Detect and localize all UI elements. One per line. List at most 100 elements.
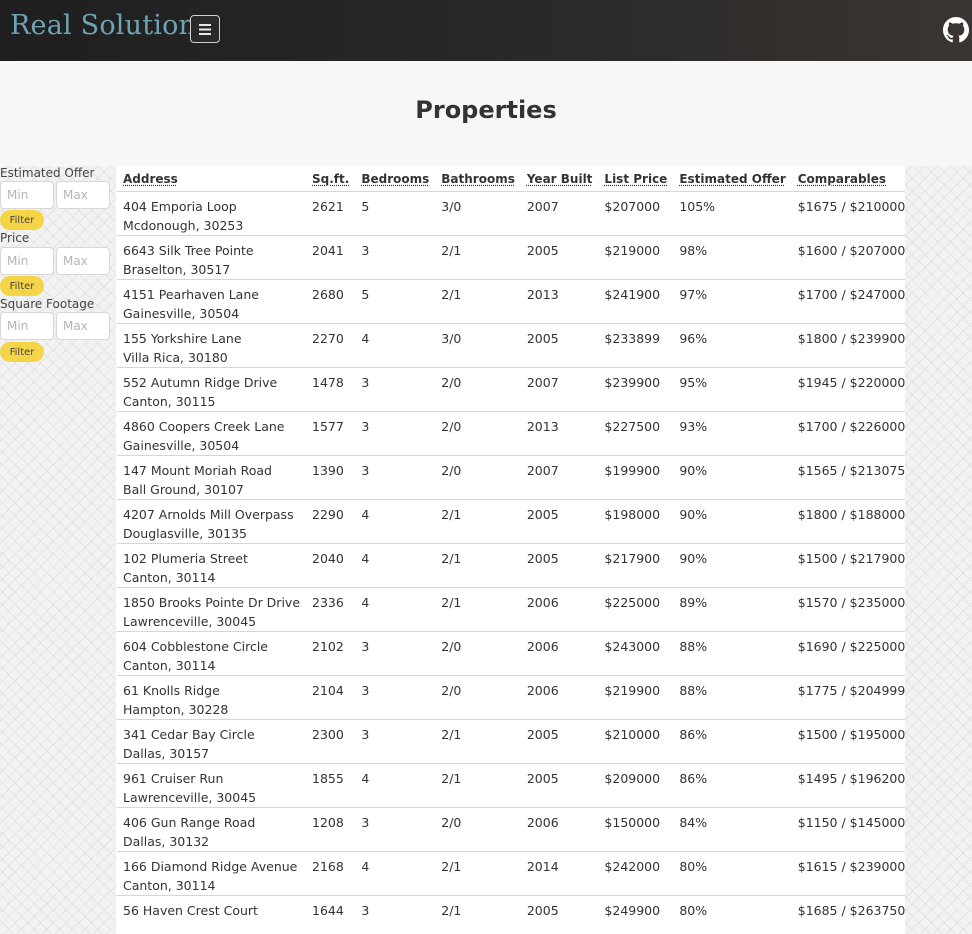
cell-list-price: $150000 xyxy=(598,807,674,852)
square-footage-filter-button[interactable]: Filter xyxy=(0,342,44,362)
properties-table-container: Address Sq.ft. Bedrooms Bathrooms Year B… xyxy=(116,166,905,934)
page-title: Properties xyxy=(415,96,557,124)
table-row[interactable]: 961 Cruiser Run Lawrenceville, 30045 1855 4… xyxy=(117,763,905,808)
cell-bedrooms: 5 xyxy=(355,279,436,324)
price-min-input[interactable] xyxy=(0,247,54,275)
cell-estimated-offer: 90% xyxy=(673,543,792,588)
cell-list-price: $219000 xyxy=(598,235,674,280)
cell-address: 4207 Arnolds Mill Overpass Douglasville, … xyxy=(117,499,307,544)
cell-sqft: 2168 xyxy=(306,851,356,896)
cell-list-price: $241900 xyxy=(598,279,674,324)
column-header-year-built[interactable]: Year Built xyxy=(520,166,599,192)
address-city: Dallas, 30132 xyxy=(123,834,210,849)
address-city: Dallas, 30157 xyxy=(123,746,210,761)
cell-estimated-offer: 80% xyxy=(673,851,792,896)
table-row[interactable]: 4151 Pearhaven Lane Gainesville, 30504 268… xyxy=(117,279,905,324)
cell-estimated-offer: 93% xyxy=(673,411,792,456)
cell-sqft: 2270 xyxy=(306,323,356,368)
column-header-estimated-offer[interactable]: Estimated Offer xyxy=(673,166,792,192)
table-row[interactable]: 155 Yorkshire Lane Villa Rica, 30180 2270 4… xyxy=(117,323,905,368)
cell-estimated-offer: 86% xyxy=(673,763,792,808)
brand-logo[interactable]: Real Solution xyxy=(10,10,196,41)
address-city: Ball Ground, 30107 xyxy=(123,482,244,497)
cell-list-price: $209000 xyxy=(598,763,674,808)
table-row[interactable]: 552 Autumn Ridge Drive Canton, 30115 1478 3… xyxy=(117,367,905,412)
cell-address: 961 Cruiser Run Lawrenceville, 30045 xyxy=(117,763,307,808)
filter-label-square-footage: Square Footage xyxy=(0,297,95,311)
square-footage-min-input[interactable] xyxy=(0,312,54,340)
address-city: Lawrenceville, 30045 xyxy=(123,790,257,805)
table-row[interactable]: 147 Mount Moriah Road Ball Ground, 30107 1… xyxy=(117,455,905,500)
column-header-bathrooms[interactable]: Bathrooms xyxy=(435,166,521,192)
cell-bathrooms: 2/1 xyxy=(435,543,521,588)
cell-bathrooms: 2/0 xyxy=(435,807,521,852)
table-row[interactable]: 4207 Arnolds Mill Overpass Douglasville, … xyxy=(117,499,905,544)
cell-list-price: $249900 xyxy=(598,895,674,934)
cell-bedrooms: 4 xyxy=(355,499,436,544)
square-footage-max-input[interactable] xyxy=(56,312,110,340)
table-row[interactable]: 61 Knolls Ridge Hampton, 30228 2104 3 2/0 200… xyxy=(117,675,905,720)
table-row[interactable]: 102 Plumeria Street Canton, 30114 2040 4 2/1… xyxy=(117,543,905,588)
cell-list-price: $233899 xyxy=(598,323,674,368)
cell-year-built: 2013 xyxy=(520,411,599,456)
cell-list-price: $198000 xyxy=(598,499,674,544)
column-header-list-price[interactable]: List Price xyxy=(598,166,674,192)
cell-address: 155 Yorkshire Lane Villa Rica, 30180 xyxy=(117,323,307,368)
cell-bedrooms: 3 xyxy=(355,631,436,676)
cell-year-built: 2005 xyxy=(520,543,599,588)
github-icon[interactable] xyxy=(943,17,969,43)
cell-address: 406 Gun Range Road Dallas, 30132 xyxy=(117,807,307,852)
cell-comparables: $1800 / $239900 xyxy=(791,323,905,368)
address-city: Gainesville, 30504 xyxy=(123,306,240,321)
table-header-row: Address Sq.ft. Bedrooms Bathrooms Year B… xyxy=(117,166,905,192)
cell-estimated-offer: 105% xyxy=(679,199,716,214)
table-row[interactable]: 56 Haven Crest Court 1644 3 2/1 2005 $249900 8… xyxy=(117,895,905,934)
cell-bedrooms: 4 xyxy=(355,543,436,588)
column-header-bedrooms[interactable]: Bedrooms xyxy=(355,166,436,192)
table-row[interactable]: 406 Gun Range Road Dallas, 30132 1208 3 2/0 2… xyxy=(117,807,905,852)
hamburger-icon xyxy=(199,23,211,35)
estimated-offer-min-input[interactable] xyxy=(0,181,54,209)
cell-bedrooms: 3 xyxy=(355,807,436,852)
cell-estimated-offer: 90% xyxy=(673,455,792,500)
table-row[interactable]: 341 Cedar Bay Circle Dallas, 30157 2300 3 2/… xyxy=(117,719,905,764)
estimated-offer-filter-button[interactable]: Filter xyxy=(0,210,44,230)
cell-list-price: $219900 xyxy=(598,675,674,720)
cell-list-price: $210000 xyxy=(598,719,674,764)
menu-toggle-button[interactable] xyxy=(190,15,220,43)
cell-address: 4151 Pearhaven Lane Gainesville, 30504 xyxy=(117,279,307,324)
column-header-comparables[interactable]: Comparables xyxy=(791,166,905,192)
cell-bedrooms: 3 xyxy=(355,719,436,764)
address-street: 406 Gun Range Road xyxy=(123,815,256,830)
cell-year-built: 2005 xyxy=(520,719,599,764)
table-row[interactable]: 604 Cobblestone Circle Canton, 30114 2102 3… xyxy=(117,631,905,676)
cell-bedrooms: 3 xyxy=(355,895,436,934)
address-street: 961 Cruiser Run xyxy=(123,771,224,786)
cell-sqft: 1390 xyxy=(306,455,356,500)
address-street: 4207 Arnolds Mill Overpass xyxy=(123,507,294,522)
address-street: 1850 Brooks Pointe Dr Drive xyxy=(123,595,301,610)
price-max-input[interactable] xyxy=(56,247,110,275)
cell-estimated-offer: 95% xyxy=(673,367,792,412)
price-filter-button[interactable]: Filter xyxy=(0,276,44,296)
estimated-offer-max-input[interactable] xyxy=(56,181,110,209)
cell-bedrooms: 4 xyxy=(355,851,436,896)
cell-comparables: $1150 / $145000 xyxy=(791,807,905,852)
table-row[interactable]: 1850 Brooks Pointe Dr Drive Lawrenceville… xyxy=(117,587,905,632)
address-street: 552 Autumn Ridge Drive xyxy=(123,375,278,390)
cell-comparables: $1700 / $247000 xyxy=(791,279,905,324)
cell-comparables: $1685 / $263750 xyxy=(791,895,905,934)
table-row[interactable]: 404 Emporia Loop Mcdonough, 30253 2621 5 3/0… xyxy=(117,192,905,236)
address-street: 6643 Silk Tree Pointe xyxy=(123,243,254,258)
cell-list-price: $242000 xyxy=(598,851,674,896)
table-row[interactable]: 166 Diamond Ridge Avenue Canton, 30114 216… xyxy=(117,851,905,896)
cell-estimated-offer: 90% xyxy=(673,499,792,544)
table-row[interactable]: 6643 Silk Tree Pointe Braselton, 30517 204… xyxy=(117,235,905,280)
table-row[interactable]: 4860 Coopers Creek Lane Gainesville, 3050… xyxy=(117,411,905,456)
cell-bathrooms: 2/0 xyxy=(435,455,521,500)
cell-bathrooms: 2/1 xyxy=(435,587,521,632)
column-header-address[interactable]: Address xyxy=(117,166,307,192)
column-header-sqft[interactable]: Sq.ft. xyxy=(306,166,356,192)
cell-bedrooms: 3 xyxy=(355,367,436,412)
cell-list-price: $199900 xyxy=(598,455,674,500)
